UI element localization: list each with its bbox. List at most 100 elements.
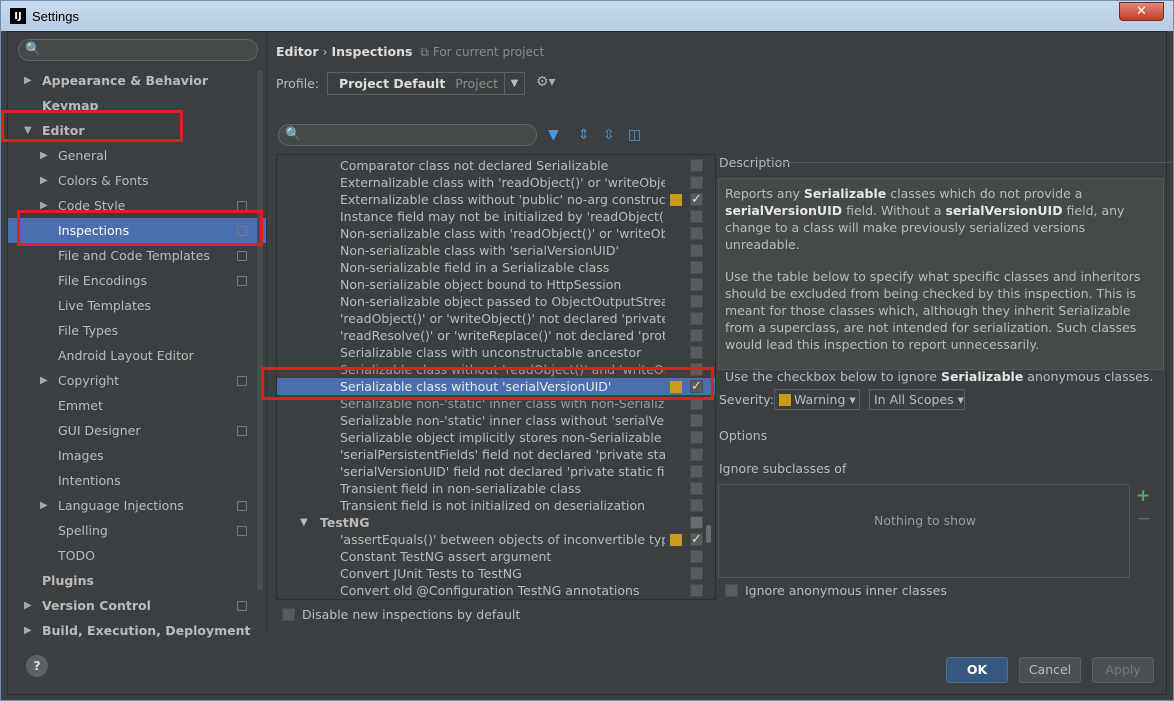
sidebar-item-live-templates[interactable]: Live Templates	[8, 293, 266, 318]
project-level-icon	[237, 276, 247, 286]
project-level-icon	[237, 426, 247, 436]
inspection-checkbox[interactable]	[690, 448, 703, 461]
inspection-checkbox[interactable]	[690, 516, 703, 529]
collapsed-arrow-icon[interactable]: ▶	[40, 368, 48, 393]
close-window-button[interactable]: ✕	[1119, 2, 1164, 21]
inspection-row[interactable]: Externalizable class with 'readObject()'…	[277, 174, 715, 191]
sidebar-item-emmet[interactable]: Emmet	[8, 393, 266, 418]
expanded-arrow-icon[interactable]: ▼	[300, 514, 308, 531]
inspection-row[interactable]: Non-serializable object passed to Object…	[277, 293, 715, 310]
inspection-row[interactable]: 'readObject()' or 'writeObject()' not de…	[277, 310, 715, 327]
sidebar-item-appearance-behavior[interactable]: ▶ Appearance & Behavior	[8, 68, 266, 93]
sidebar-item-plugins[interactable]: Plugins	[8, 568, 266, 593]
sidebar-item-copyright[interactable]: ▶ Copyright	[8, 368, 266, 393]
inspection-row[interactable]: 'serialVersionUID' field not declared 'p…	[277, 463, 715, 480]
inspection-checkbox[interactable]	[690, 431, 703, 444]
sidebar-item-android-layout-editor[interactable]: Android Layout Editor	[8, 343, 266, 368]
help-icon[interactable]: ?	[26, 655, 48, 677]
inspection-checkbox[interactable]	[690, 465, 703, 478]
inspection-checkbox[interactable]	[690, 295, 703, 308]
collapsed-arrow-icon[interactable]: ▶	[40, 168, 48, 193]
description-separator	[773, 162, 1173, 163]
settings-search-input[interactable]: 🔍	[18, 39, 258, 61]
inspection-checkbox[interactable]	[690, 244, 703, 257]
sidebar-item-build-execution-deployment[interactable]: ▶ Build, Execution, Deployment	[8, 618, 266, 643]
sidebar-scrollbar[interactable]	[257, 70, 263, 590]
inspection-checkbox[interactable]	[690, 159, 703, 172]
inspection-checkbox[interactable]	[690, 414, 703, 427]
inspection-checkbox[interactable]	[690, 312, 703, 325]
inspection-row[interactable]: Constant TestNG assert argument	[277, 548, 715, 565]
inspection-row[interactable]: Non-serializable field in a Serializable…	[277, 259, 715, 276]
inspection-row[interactable]: Non-serializable object bound to HttpSes…	[277, 276, 715, 293]
inspection-row[interactable]: Instance field may not be initialized by…	[277, 208, 715, 225]
inspection-checkbox[interactable]	[690, 567, 703, 580]
collapsed-arrow-icon[interactable]: ▶	[40, 143, 48, 168]
reset-icon[interactable]: ◫	[628, 127, 641, 143]
inspection-checkbox[interactable]	[690, 329, 703, 342]
sidebar-item-file-encodings[interactable]: File Encodings	[8, 268, 266, 293]
collapsed-arrow-icon[interactable]: ▶	[24, 68, 32, 93]
inspection-row[interactable]: Externalizable class without 'public' no…	[277, 191, 715, 208]
annotation-serialversionuid	[261, 367, 714, 400]
collapsed-arrow-icon[interactable]: ▶	[24, 593, 32, 618]
inspection-checkbox[interactable]	[690, 499, 703, 512]
sidebar-item-file-types[interactable]: File Types	[8, 318, 266, 343]
inspection-checkbox[interactable]	[690, 227, 703, 240]
inspection-row[interactable]: Non-serializable class with 'serialVersi…	[277, 242, 715, 259]
splitter[interactable]	[266, 32, 267, 632]
inspection-checkbox[interactable]	[690, 584, 703, 597]
inspection-row[interactable]: 'assertEquals()' between objects of inco…	[277, 531, 715, 548]
sidebar-item-file-and-code-templates[interactable]: File and Code Templates	[8, 243, 266, 268]
inspection-row[interactable]: Serializable object implicitly stores no…	[277, 429, 715, 446]
inspection-checkbox[interactable]	[690, 482, 703, 495]
inspection-row[interactable]: Serializable class with unconstructable …	[277, 344, 715, 361]
cancel-button[interactable]: Cancel	[1019, 657, 1081, 683]
inspection-row[interactable]: Transient field in non-serializable clas…	[277, 480, 715, 497]
sidebar-item-gui-designer[interactable]: GUI Designer	[8, 418, 266, 443]
filter-icon[interactable]: ▼	[548, 127, 559, 143]
collapse-all-icon[interactable]: ⇳	[603, 127, 615, 143]
sidebar-item-images[interactable]: Images	[8, 443, 266, 468]
sidebar-item-language-injections[interactable]: ▶ Language Injections	[8, 493, 266, 518]
inspection-checkbox[interactable]	[690, 210, 703, 223]
inspection-row[interactable]: Serializable non-'static' inner class wi…	[277, 412, 715, 429]
inspection-search-input[interactable]: 🔍	[278, 124, 537, 146]
scope-note: For current project	[432, 45, 545, 59]
inspection-checkbox[interactable]	[690, 191, 703, 208]
inspection-checkbox[interactable]	[690, 550, 703, 563]
ignore-anonymous-checkbox[interactable]	[725, 584, 738, 597]
sidebar-item-version-control[interactable]: ▶ Version Control	[8, 593, 266, 618]
gear-icon[interactable]: ⚙▾	[536, 74, 556, 90]
apply-button[interactable]: Apply	[1092, 657, 1154, 683]
sidebar-item-todo[interactable]: TODO	[8, 543, 266, 568]
inspection-checkbox[interactable]	[690, 278, 703, 291]
inspection-row[interactable]: Comparator class not declared Serializab…	[277, 157, 715, 174]
add-icon[interactable]: +	[1136, 486, 1150, 506]
sidebar-item-general[interactable]: ▶ General	[8, 143, 266, 168]
sidebar-item-colors-fonts[interactable]: ▶ Colors & Fonts	[8, 168, 266, 193]
inspection-row[interactable]: 'readResolve()' or 'writeReplace()' not …	[277, 327, 715, 344]
inspection-row[interactable]: Non-serializable class with 'readObject(…	[277, 225, 715, 242]
inspection-row[interactable]: Convert old @Configuration TestNG annota…	[277, 582, 715, 599]
inspection-checkbox[interactable]	[690, 261, 703, 274]
sidebar-item-intentions[interactable]: Intentions	[8, 468, 266, 493]
inspection-row[interactable]: Convert JUnit Tests to TestNG	[277, 565, 715, 582]
inspection-checkbox[interactable]	[690, 346, 703, 359]
tree-group[interactable]: ▼ TestNG	[277, 514, 715, 531]
collapsed-arrow-icon[interactable]: ▶	[40, 493, 48, 518]
profile-dropdown[interactable]: Project Default Project ▼	[327, 72, 525, 95]
expand-all-icon[interactable]: ⇕	[578, 127, 590, 143]
scope-dropdown[interactable]: In All Scopes ▾	[869, 389, 965, 410]
inspection-row[interactable]: 'serialPersistentFields' field not decla…	[277, 446, 715, 463]
collapsed-arrow-icon[interactable]: ▶	[24, 618, 32, 643]
remove-icon[interactable]: −	[1137, 509, 1151, 529]
inspection-checkbox[interactable]	[690, 176, 703, 189]
severity-dropdown[interactable]: Warning ▾	[774, 389, 860, 410]
inspection-checkbox[interactable]	[690, 531, 703, 548]
ignore-subclasses-list[interactable]: Nothing to show	[718, 484, 1130, 578]
sidebar-item-spelling[interactable]: Spelling	[8, 518, 266, 543]
ok-button[interactable]: OK	[946, 657, 1008, 683]
inspection-row[interactable]: Transient field is not initialized on de…	[277, 497, 715, 514]
disable-new-checkbox[interactable]	[282, 608, 295, 621]
